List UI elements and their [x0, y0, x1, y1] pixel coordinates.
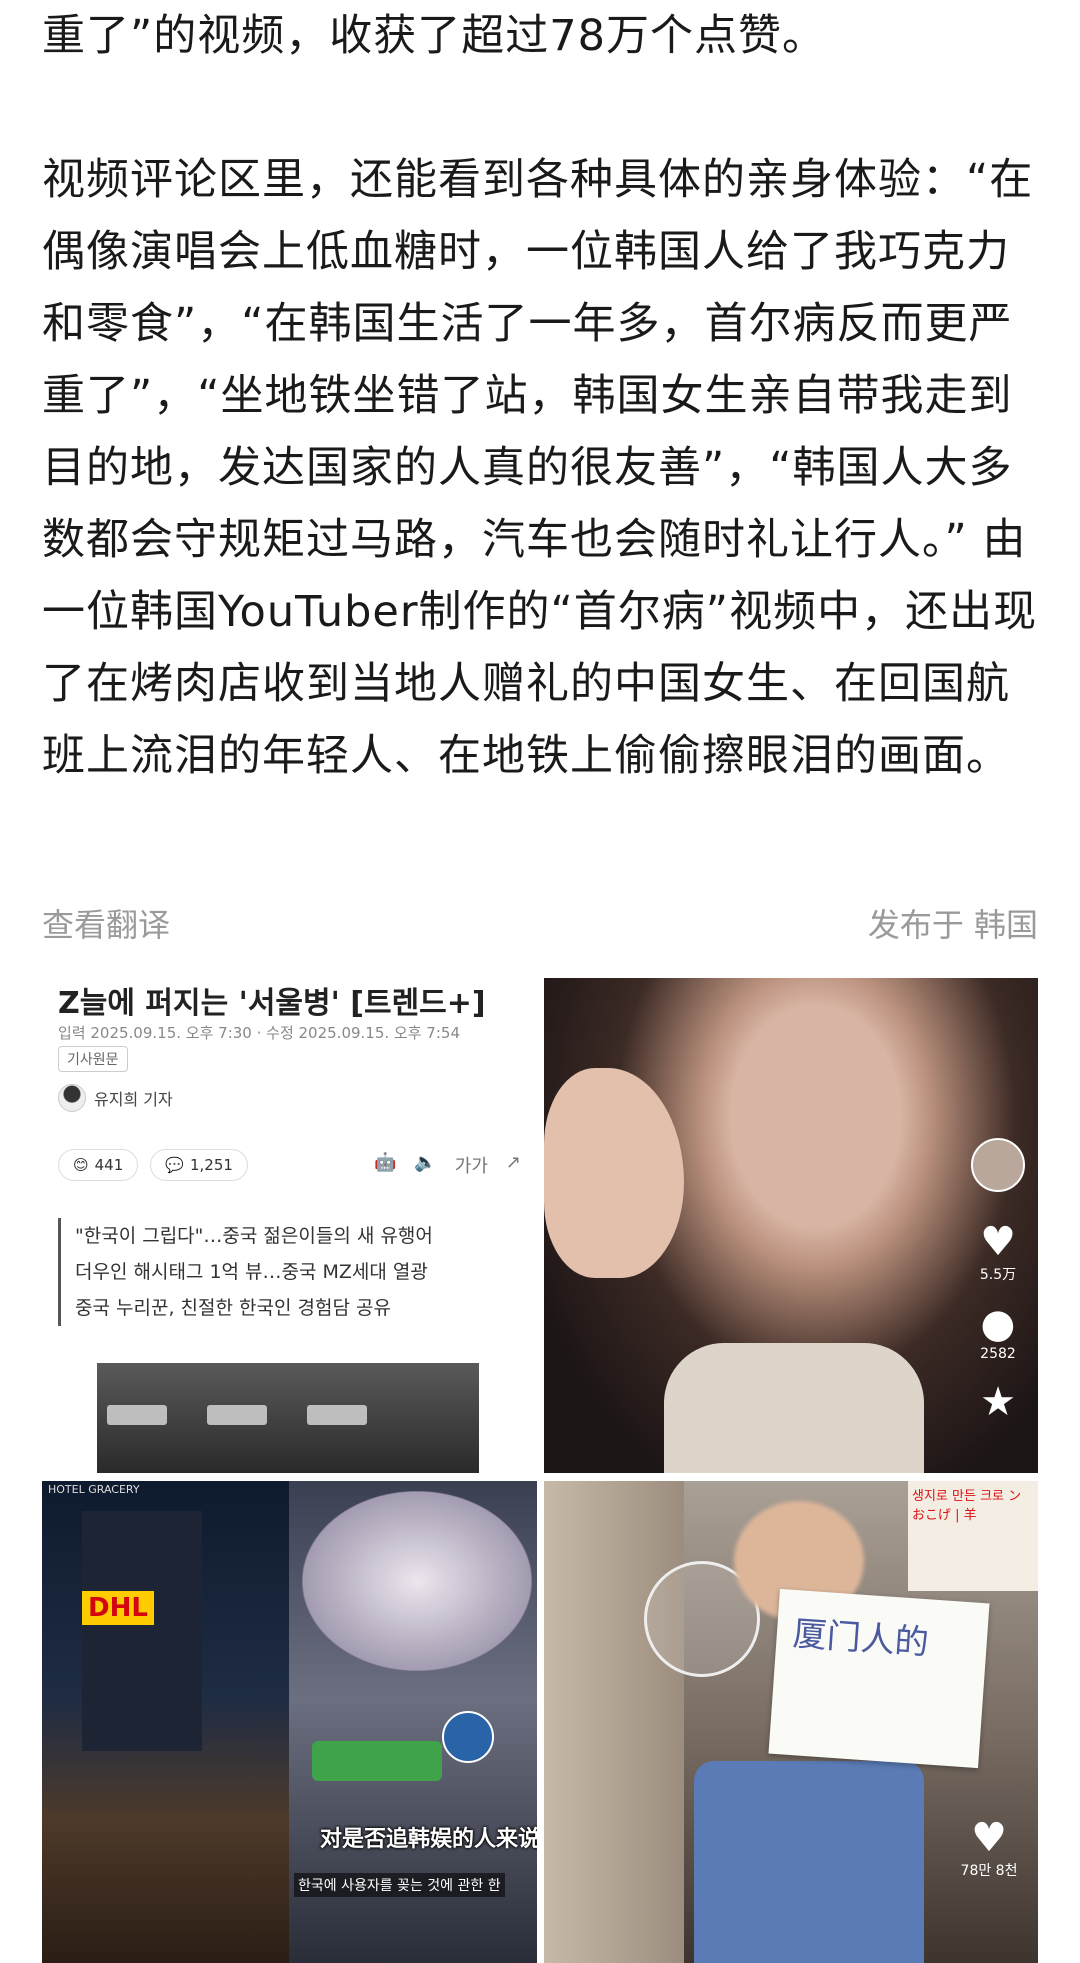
like-count: 5.5万	[979, 1267, 1017, 1283]
image-cook-video[interactable]: 생지로 만든 크로 ンおこげ | 羊 厦门人的 ♥ 78만 8천	[544, 1481, 1038, 1963]
share-icon: ↗	[505, 1152, 521, 1173]
comment-count: 2582	[980, 1346, 1016, 1362]
reaction-count: 441	[94, 1156, 124, 1174]
lamp	[207, 1405, 267, 1425]
published-location: 发布于 韩国	[867, 906, 1038, 944]
chinese-subtitle: 对是否追韩娱的人来说	[320, 1827, 537, 1852]
image-article-screenshot[interactable]: Z늘에 퍼지는 '서울병' [트렌드+] 입력 2025.09.15. 오후 7…	[42, 978, 537, 1473]
article-dateline: 입력 2025.09.15. 오후 7:30 · 수정 2025.09.15. …	[58, 1024, 460, 1042]
bar-sign	[442, 1711, 494, 1763]
lamp	[307, 1405, 367, 1425]
article-paragraph: 视频评论区里，还能看到各种具体的亲身体验：“在偶像演唱会上低血糖时，一位韩国人给…	[42, 155, 1038, 781]
star-icon: ★	[980, 1379, 1016, 1425]
hotel-label: HOTEL GRACERY	[48, 1483, 140, 1496]
shelf-shape	[544, 1481, 684, 1963]
robot-icon: 🤖	[373, 1152, 397, 1173]
speaker-icon: 🔈	[414, 1152, 437, 1173]
sweater-shape	[664, 1343, 924, 1473]
comment-icon: ●	[980, 1301, 1016, 1347]
image-city-video[interactable]: DHL HOTEL GRACERY 对是否追韩娱的人来说 한국에 사용자를 꽂는…	[42, 1481, 537, 1963]
article-actions: 😊 441 💬 1,251 🤖 🔈 가가 ↗	[58, 1142, 521, 1188]
handwritten-note: 厦门人的	[768, 1588, 990, 1769]
comment-count: 1,251	[189, 1156, 233, 1174]
shop-sign: 생지로 만든 크로 ンおこげ | 羊	[908, 1481, 1038, 1591]
korean-headline: Z늘에 퍼지는 '서울병' [트렌드+]	[58, 986, 486, 1021]
reporter: 유지희 기자	[58, 1084, 173, 1112]
article-body: 重了”的视频，收获了超过78万个点赞。 视频评论区里，还能看到各种具体的亲身体验…	[42, 0, 1042, 792]
video-side-actions: ♥ 5.5万 ● 2582 ★	[968, 1138, 1028, 1424]
apron-shape	[694, 1761, 924, 1963]
comment-pill: 💬 1,251	[150, 1149, 248, 1181]
like-count: 78만 8천	[960, 1863, 1018, 1879]
quote-line: "한국이 그립다"…중국 젊은이들의 새 유행어	[75, 1225, 433, 1247]
avatar	[58, 1084, 86, 1112]
emoji-icon: 😊	[73, 1156, 89, 1174]
dhl-sign: DHL	[82, 1591, 154, 1625]
reporter-name: 유지희 기자	[94, 1090, 173, 1109]
bus-shape	[312, 1741, 442, 1781]
post-meta-row: 查看翻译 发布于 韩国	[42, 898, 1038, 948]
article-photo	[97, 1363, 479, 1473]
source-button: 기사원문	[58, 1046, 128, 1072]
heart-icon: ♥	[980, 1219, 1016, 1265]
image-selfie-video[interactable]: ♥ 5.5万 ● 2582 ★	[544, 978, 1038, 1473]
font-size-label: 가가	[454, 1156, 488, 1177]
translate-link[interactable]: 查看翻译	[42, 900, 170, 946]
lamp	[107, 1405, 167, 1425]
note-text: 厦门人的	[791, 1613, 930, 1664]
article-quote: "한국이 그립다"…중국 젊은이들의 새 유행어 더우인 해시태그 1억 뷰…중…	[58, 1218, 433, 1326]
building-shape	[82, 1511, 202, 1751]
avatar	[971, 1138, 1025, 1192]
video-side-actions: ♥ 78만 8천	[954, 1816, 1024, 1880]
quote-line: 중국 누리꾼, 친절한 한국인 경험담 공유	[75, 1297, 391, 1319]
heart-icon: ♥	[971, 1815, 1007, 1861]
comment-icon: 💬	[165, 1156, 184, 1174]
article-tool-icons: 🤖 🔈 가가 ↗	[374, 1152, 521, 1178]
korean-subtitle: 한국에 사용자를 꽂는 것에 관한 한	[294, 1873, 505, 1897]
reaction-pill: 😊 441	[58, 1149, 139, 1181]
hand-shape	[544, 1068, 684, 1278]
article-paragraph: 重了”的视频，收获了超过78万个点赞。	[42, 11, 826, 61]
cherry-tree	[302, 1491, 532, 1671]
quote-line: 더우인 해시태그 1억 뷰…중국 MZ세대 열광	[75, 1261, 428, 1283]
